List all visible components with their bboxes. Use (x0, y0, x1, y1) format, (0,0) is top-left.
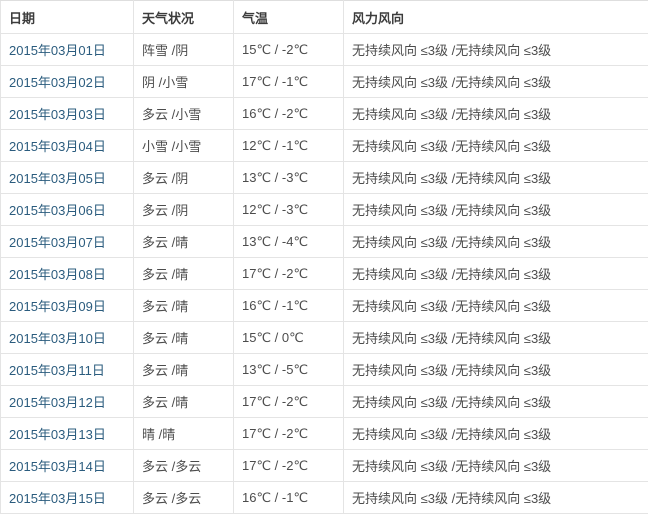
column-header-weather: 天气状况 (134, 1, 234, 34)
table-row: 2015年03月04日 小雪 /小雪 12℃ / -1℃ 无持续风向 ≤3级 /… (1, 130, 648, 162)
wind-cell: 无持续风向 ≤3级 /无持续风向 ≤3级 (344, 482, 648, 514)
temp-cell: 12℃ / -3℃ (234, 194, 344, 226)
table-row: 2015年03月12日 多云 /晴 17℃ / -2℃ 无持续风向 ≤3级 /无… (1, 386, 648, 418)
weather-cell: 多云 /晴 (134, 322, 234, 354)
date-cell: 2015年03月01日 (1, 34, 134, 66)
wind-cell: 无持续风向 ≤3级 /无持续风向 ≤3级 (344, 450, 648, 482)
column-header-wind: 风力风向 (344, 1, 648, 34)
date-cell: 2015年03月12日 (1, 386, 134, 418)
date-cell: 2015年03月09日 (1, 290, 134, 322)
date-link[interactable]: 2015年03月01日 (9, 43, 106, 58)
column-header-date: 日期 (1, 1, 134, 34)
table-row: 2015年03月11日 多云 /晴 13℃ / -5℃ 无持续风向 ≤3级 /无… (1, 354, 648, 386)
weather-cell: 多云 /阴 (134, 194, 234, 226)
date-cell: 2015年03月02日 (1, 66, 134, 98)
weather-cell: 多云 /小雪 (134, 98, 234, 130)
wind-cell: 无持续风向 ≤3级 /无持续风向 ≤3级 (344, 354, 648, 386)
table-row: 2015年03月05日 多云 /阴 13℃ / -3℃ 无持续风向 ≤3级 /无… (1, 162, 648, 194)
date-link[interactable]: 2015年03月12日 (9, 395, 106, 410)
wind-cell: 无持续风向 ≤3级 /无持续风向 ≤3级 (344, 386, 648, 418)
temp-cell: 17℃ / -2℃ (234, 418, 344, 450)
wind-cell: 无持续风向 ≤3级 /无持续风向 ≤3级 (344, 130, 648, 162)
date-cell: 2015年03月04日 (1, 130, 134, 162)
date-link[interactable]: 2015年03月04日 (9, 139, 106, 154)
weather-cell: 阴 /小雪 (134, 66, 234, 98)
table-row: 2015年03月02日 阴 /小雪 17℃ / -1℃ 无持续风向 ≤3级 /无… (1, 66, 648, 98)
date-link[interactable]: 2015年03月05日 (9, 171, 106, 186)
table-row: 2015年03月06日 多云 /阴 12℃ / -3℃ 无持续风向 ≤3级 /无… (1, 194, 648, 226)
date-link[interactable]: 2015年03月13日 (9, 427, 106, 442)
temp-cell: 17℃ / -1℃ (234, 66, 344, 98)
temp-cell: 16℃ / -2℃ (234, 98, 344, 130)
date-link[interactable]: 2015年03月07日 (9, 235, 106, 250)
date-cell: 2015年03月15日 (1, 482, 134, 514)
table-row: 2015年03月09日 多云 /晴 16℃ / -1℃ 无持续风向 ≤3级 /无… (1, 290, 648, 322)
table-row: 2015年03月07日 多云 /晴 13℃ / -4℃ 无持续风向 ≤3级 /无… (1, 226, 648, 258)
wind-cell: 无持续风向 ≤3级 /无持续风向 ≤3级 (344, 226, 648, 258)
wind-cell: 无持续风向 ≤3级 /无持续风向 ≤3级 (344, 34, 648, 66)
wind-cell: 无持续风向 ≤3级 /无持续风向 ≤3级 (344, 66, 648, 98)
wind-cell: 无持续风向 ≤3级 /无持续风向 ≤3级 (344, 322, 648, 354)
wind-cell: 无持续风向 ≤3级 /无持续风向 ≤3级 (344, 418, 648, 450)
wind-cell: 无持续风向 ≤3级 /无持续风向 ≤3级 (344, 162, 648, 194)
weather-cell: 多云 /多云 (134, 450, 234, 482)
temp-cell: 15℃ / 0℃ (234, 322, 344, 354)
date-cell: 2015年03月13日 (1, 418, 134, 450)
temp-cell: 17℃ / -2℃ (234, 258, 344, 290)
weather-cell: 多云 /晴 (134, 226, 234, 258)
table-header-row: 日期 天气状况 气温 风力风向 (1, 1, 648, 34)
temp-cell: 13℃ / -3℃ (234, 162, 344, 194)
temp-cell: 13℃ / -4℃ (234, 226, 344, 258)
weather-cell: 阵雪 /阴 (134, 34, 234, 66)
date-link[interactable]: 2015年03月02日 (9, 75, 106, 90)
weather-history-table: 日期 天气状况 气温 风力风向 2015年03月01日 阵雪 /阴 15℃ / … (0, 0, 648, 514)
temp-cell: 15℃ / -2℃ (234, 34, 344, 66)
date-link[interactable]: 2015年03月06日 (9, 203, 106, 218)
table-row: 2015年03月13日 晴 /晴 17℃ / -2℃ 无持续风向 ≤3级 /无持… (1, 418, 648, 450)
weather-cell: 多云 /阴 (134, 162, 234, 194)
temp-cell: 17℃ / -2℃ (234, 450, 344, 482)
date-cell: 2015年03月07日 (1, 226, 134, 258)
table-row: 2015年03月03日 多云 /小雪 16℃ / -2℃ 无持续风向 ≤3级 /… (1, 98, 648, 130)
date-cell: 2015年03月05日 (1, 162, 134, 194)
date-cell: 2015年03月06日 (1, 194, 134, 226)
date-link[interactable]: 2015年03月09日 (9, 299, 106, 314)
table-row: 2015年03月15日 多云 /多云 16℃ / -1℃ 无持续风向 ≤3级 /… (1, 482, 648, 514)
temp-cell: 16℃ / -1℃ (234, 290, 344, 322)
weather-cell: 多云 /晴 (134, 386, 234, 418)
weather-cell: 晴 /晴 (134, 418, 234, 450)
column-header-temp: 气温 (234, 1, 344, 34)
wind-cell: 无持续风向 ≤3级 /无持续风向 ≤3级 (344, 194, 648, 226)
weather-cell: 小雪 /小雪 (134, 130, 234, 162)
date-link[interactable]: 2015年03月14日 (9, 459, 106, 474)
temp-cell: 13℃ / -5℃ (234, 354, 344, 386)
weather-cell: 多云 /晴 (134, 258, 234, 290)
temp-cell: 12℃ / -1℃ (234, 130, 344, 162)
date-cell: 2015年03月10日 (1, 322, 134, 354)
weather-cell: 多云 /晴 (134, 290, 234, 322)
table-row: 2015年03月10日 多云 /晴 15℃ / 0℃ 无持续风向 ≤3级 /无持… (1, 322, 648, 354)
date-cell: 2015年03月08日 (1, 258, 134, 290)
date-link[interactable]: 2015年03月10日 (9, 331, 106, 346)
wind-cell: 无持续风向 ≤3级 /无持续风向 ≤3级 (344, 98, 648, 130)
date-link[interactable]: 2015年03月15日 (9, 491, 106, 506)
date-link[interactable]: 2015年03月08日 (9, 267, 106, 282)
weather-cell: 多云 /晴 (134, 354, 234, 386)
table-row: 2015年03月01日 阵雪 /阴 15℃ / -2℃ 无持续风向 ≤3级 /无… (1, 34, 648, 66)
wind-cell: 无持续风向 ≤3级 /无持续风向 ≤3级 (344, 290, 648, 322)
table-row: 2015年03月08日 多云 /晴 17℃ / -2℃ 无持续风向 ≤3级 /无… (1, 258, 648, 290)
wind-cell: 无持续风向 ≤3级 /无持续风向 ≤3级 (344, 258, 648, 290)
date-cell: 2015年03月11日 (1, 354, 134, 386)
temp-cell: 17℃ / -2℃ (234, 386, 344, 418)
temp-cell: 16℃ / -1℃ (234, 482, 344, 514)
date-link[interactable]: 2015年03月03日 (9, 107, 106, 122)
table-row: 2015年03月14日 多云 /多云 17℃ / -2℃ 无持续风向 ≤3级 /… (1, 450, 648, 482)
weather-cell: 多云 /多云 (134, 482, 234, 514)
date-cell: 2015年03月03日 (1, 98, 134, 130)
date-link[interactable]: 2015年03月11日 (9, 363, 105, 378)
date-cell: 2015年03月14日 (1, 450, 134, 482)
